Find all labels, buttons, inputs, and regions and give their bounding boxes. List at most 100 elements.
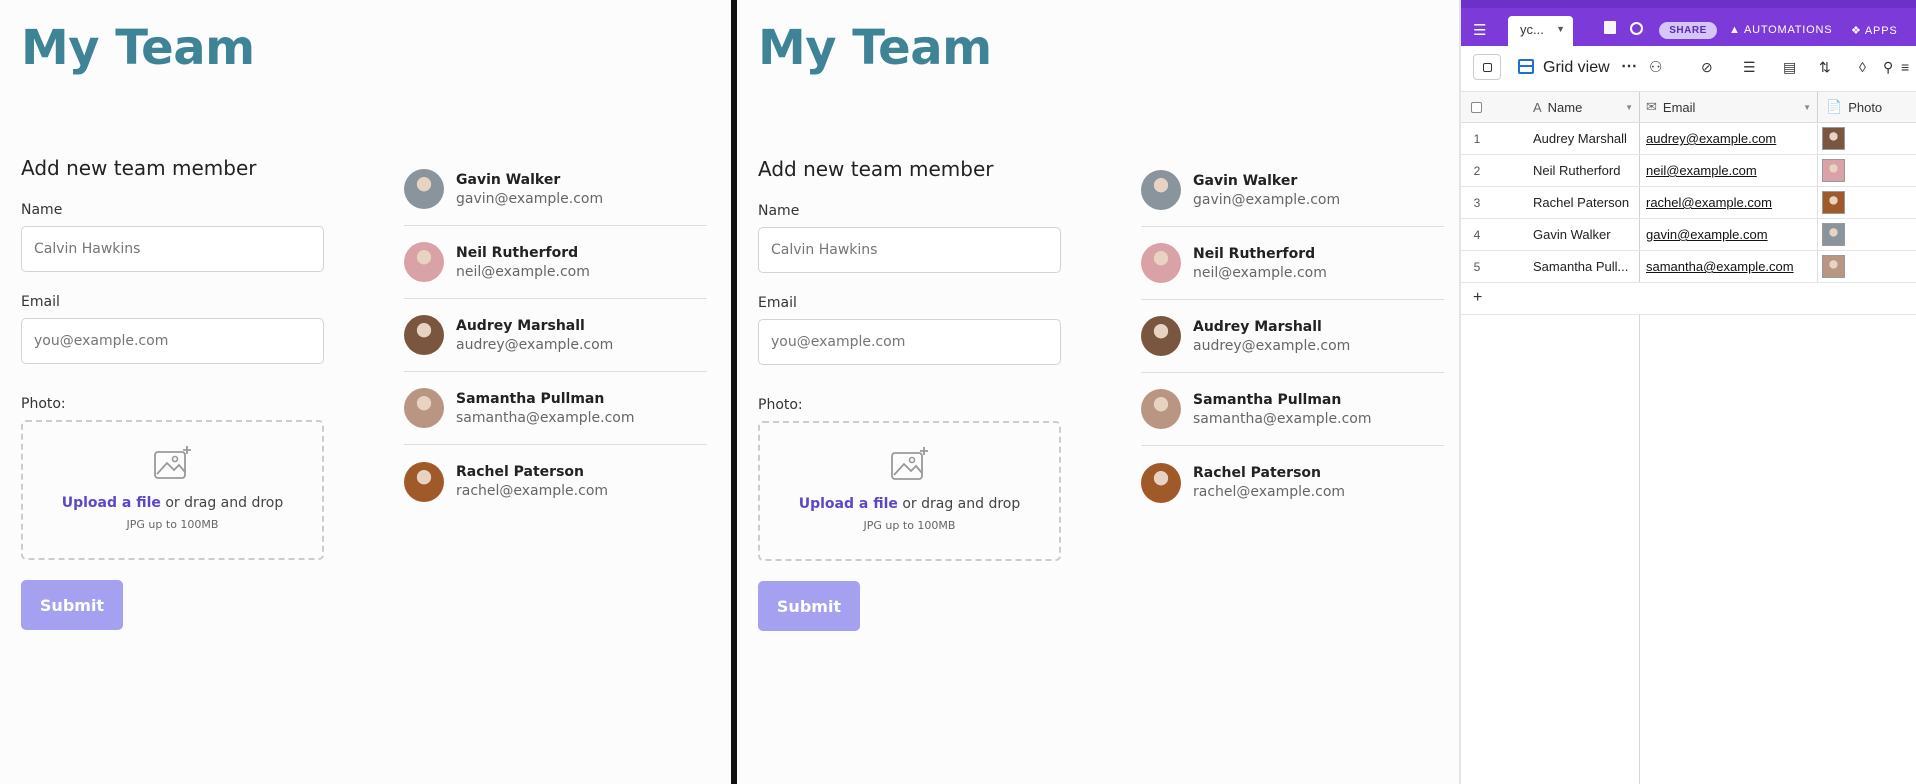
color-icon[interactable]: ◊ <box>1859 59 1866 75</box>
avatar <box>404 242 444 282</box>
automations-button[interactable]: ▲ AUTOMATIONS <box>1729 24 1832 36</box>
row-number: 4 <box>1473 227 1481 242</box>
name-input[interactable] <box>21 226 324 272</box>
name-cell[interactable]: Gavin Walker <box>1513 219 1639 250</box>
trash-icon[interactable] <box>1604 21 1616 34</box>
avatar <box>404 388 444 428</box>
apps-button[interactable]: ❖ APPS <box>1851 24 1897 37</box>
upload-file-link[interactable]: Upload a file <box>62 495 161 511</box>
member-item: Samantha Pullman samantha@example.com <box>1141 373 1444 446</box>
photo-dropzone[interactable]: Upload a file or drag and drop JPG up to… <box>21 420 324 560</box>
row-height-icon[interactable]: ≡ <box>1901 59 1909 75</box>
avatar <box>404 169 444 209</box>
grid-empty-area <box>1461 315 1916 784</box>
email-cell[interactable]: audrey@example.com <box>1639 123 1817 154</box>
avatar <box>1141 316 1181 356</box>
hamburger-menu-icon[interactable]: ☰ <box>1473 21 1486 39</box>
member-name: Rachel Paterson <box>456 464 585 480</box>
photo-cell[interactable] <box>1817 187 1916 218</box>
photo-thumbnail[interactable] <box>1822 223 1845 246</box>
sidebar-toggle-button[interactable] <box>1473 54 1501 80</box>
email-input[interactable] <box>758 319 1061 365</box>
table-row[interactable]: 4 Gavin Walker gavin@example.com <box>1461 219 1916 251</box>
table-row[interactable]: 1 Audrey Marshall audrey@example.com <box>1461 123 1916 155</box>
share-button[interactable]: SHARE <box>1659 22 1717 39</box>
table-row[interactable]: 5 Samantha Pull... samantha@example.com <box>1461 251 1916 283</box>
member-email: samantha@example.com <box>456 409 635 426</box>
chevron-down-icon: ▼ <box>1803 102 1811 112</box>
history-icon[interactable] <box>1630 22 1643 35</box>
page-title: My Team <box>21 20 255 76</box>
email-cell[interactable]: gavin@example.com <box>1639 219 1817 250</box>
photo-cell[interactable] <box>1817 219 1916 250</box>
search-icon[interactable]: ⚲ <box>1883 59 1893 76</box>
add-row-button[interactable]: + <box>1461 283 1916 315</box>
photo-cell[interactable] <box>1817 251 1916 282</box>
name-input[interactable] <box>758 227 1061 273</box>
column-name-label: Name <box>1547 99 1583 115</box>
photo-thumbnail[interactable] <box>1822 127 1845 150</box>
drag-drop-text: or drag and drop <box>897 496 1021 512</box>
table-tab-label: yc... <box>1520 22 1544 37</box>
table-tab[interactable]: yc... ▼ <box>1508 16 1573 46</box>
member-email: neil@example.com <box>1193 264 1327 281</box>
member-email: gavin@example.com <box>456 190 604 207</box>
email-cell[interactable]: samantha@example.com <box>1639 251 1817 282</box>
row-number: 2 <box>1473 163 1481 178</box>
submit-button[interactable]: Submit <box>21 580 123 630</box>
member-item: Samantha Pullman samantha@example.com <box>404 372 707 445</box>
submit-button[interactable]: Submit <box>758 581 860 631</box>
form-heading: Add new team member <box>21 156 257 180</box>
add-member-form: Add new team member Name Email Photo: Up… <box>758 157 1061 631</box>
data-grid: A Name ▼ ✉ Email ▼ 📄 Photo 1 Audrey Marshall … <box>1461 92 1916 784</box>
chevron-down-icon: ▼ <box>1556 24 1565 34</box>
name-cell[interactable]: Rachel Paterson <box>1513 187 1639 218</box>
name-cell[interactable]: Samantha Pull... <box>1513 251 1639 282</box>
email-input[interactable] <box>21 318 324 364</box>
member-item: Rachel Paterson rachel@example.com <box>404 445 707 518</box>
member-list: Gavin Walker gavin@example.com Neil Ruthe… <box>1141 154 1444 519</box>
grid-header-row: A Name ▼ ✉ Email ▼ 📄 Photo <box>1461 92 1916 123</box>
photo-thumbnail[interactable] <box>1822 255 1845 278</box>
email-cell[interactable]: rachel@example.com <box>1639 187 1817 218</box>
photo-thumbnail[interactable] <box>1822 191 1845 214</box>
avatar <box>404 461 444 502</box>
select-all-checkbox[interactable] <box>1471 92 1485 122</box>
view-toolbar: Grid view ⋯ ⚇ ⊘ ☰ ▤ ⇅ ◊ ⚲ ≡ <box>1461 46 1916 92</box>
sort-icon[interactable]: ⇅ <box>1819 59 1831 76</box>
member-name: Samantha Pullman <box>456 390 605 407</box>
table-row[interactable]: 3 Rachel Paterson rachel@example.com <box>1461 187 1916 219</box>
photo-cell[interactable] <box>1817 123 1916 154</box>
member-email: gavin@example.com <box>1193 191 1341 208</box>
more-options-icon[interactable]: ⋯ <box>1621 56 1637 76</box>
column-header-email[interactable]: ✉ Email ▼ <box>1639 92 1817 122</box>
avatar <box>1141 170 1181 210</box>
avatar <box>404 315 444 355</box>
page-title: My Team <box>758 20 992 76</box>
member-name: Gavin Walker <box>1193 172 1298 189</box>
group-icon[interactable]: ▤ <box>1783 59 1796 76</box>
photo-cell[interactable] <box>1817 155 1916 186</box>
plus-icon: + <box>1473 289 1483 306</box>
hide-fields-icon[interactable]: ⊘ <box>1701 59 1713 76</box>
collaborators-icon[interactable]: ⚇ <box>1649 58 1662 76</box>
upload-hint: JPG up to 100MB <box>863 519 956 532</box>
member-name: Rachel Paterson <box>1193 465 1322 481</box>
filter-icon[interactable]: ☰ <box>1743 59 1756 76</box>
avatar <box>1141 389 1181 429</box>
upload-file-link[interactable]: Upload a file <box>799 496 898 512</box>
photo-thumbnail[interactable] <box>1822 159 1845 182</box>
member-name: Samantha Pullman <box>1193 391 1342 408</box>
view-name[interactable]: Grid view <box>1543 59 1610 77</box>
email-cell[interactable]: neil@example.com <box>1639 155 1817 186</box>
member-item: Neil Rutherford neil@example.com <box>1141 227 1444 300</box>
table-row[interactable]: 2 Neil Rutherford neil@example.com <box>1461 155 1916 187</box>
photo-dropzone[interactable]: Upload a file or drag and drop JPG up to… <box>758 421 1061 561</box>
name-cell[interactable]: Neil Rutherford <box>1513 155 1639 186</box>
attachment-field-icon: 📄 <box>1826 99 1843 114</box>
column-header-photo[interactable]: 📄 Photo <box>1817 92 1916 122</box>
column-header-name[interactable]: A Name ▼ <box>1513 92 1639 122</box>
apps-label: APPS <box>1864 25 1898 37</box>
name-cell[interactable]: Audrey Marshall <box>1513 123 1639 154</box>
column-email-label: Email <box>1662 99 1696 115</box>
